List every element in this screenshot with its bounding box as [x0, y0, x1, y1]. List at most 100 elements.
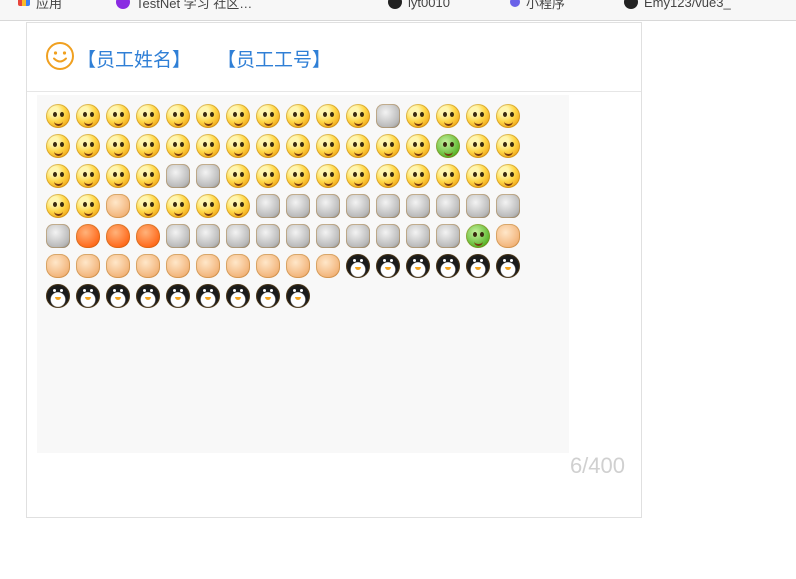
- blank-emoji-icon: [313, 131, 343, 161]
- editor-toolbar: 【员工姓名】 【员工工号】: [27, 23, 641, 92]
- coffee-emoji-icon: [403, 191, 433, 221]
- bookmark-label: Emy123/vue3_: [644, 0, 731, 10]
- beckon-emoji-icon: [163, 251, 193, 281]
- victory-emoji-icon: [103, 251, 133, 281]
- heart-emoji-icon: [73, 221, 103, 251]
- sweat-emoji-icon: [343, 161, 373, 191]
- happy-emoji-icon: [193, 131, 223, 161]
- penguin-pair-emoji-icon: [253, 281, 283, 311]
- cheer-emoji-icon: [403, 131, 433, 161]
- moon-emoji-icon: [373, 221, 403, 251]
- penguin-kiss-emoji-icon: [343, 251, 373, 281]
- stare-emoji-icon: [403, 161, 433, 191]
- question-emoji-icon: [43, 161, 73, 191]
- penguin-jump-emoji-icon: [463, 251, 493, 281]
- heart2-emoji-icon: [103, 221, 133, 251]
- confused-emoji-icon: [283, 131, 313, 161]
- bookmark-bar: 应用 TestNet 学习 社区… lyt0010 小程序 Emy123/vue…: [0, 0, 796, 21]
- hug-green-emoji-icon: [463, 221, 493, 251]
- penguin-gift-emoji-icon: [193, 281, 223, 311]
- soccer-emoji-icon: [283, 221, 313, 251]
- tongue-emoji-icon: [193, 101, 223, 131]
- emoji-picker-button[interactable]: [45, 41, 75, 71]
- hide-emoji-icon: [253, 161, 283, 191]
- smile-face-icon: [46, 42, 74, 70]
- cool-emoji-icon: [163, 101, 193, 131]
- mad-emoji-icon: [343, 131, 373, 161]
- penguin-run-emoji-icon: [433, 251, 463, 281]
- beer-emoji-icon: [313, 191, 343, 221]
- hug-emoji-icon: [43, 191, 73, 221]
- bookmark-lyt[interactable]: lyt0010: [388, 0, 450, 10]
- character-counter: 6/400: [569, 453, 625, 478]
- surprised-emoji-icon: [223, 131, 253, 161]
- grin-emoji-icon: [403, 101, 433, 131]
- penguin-sit-emoji-icon: [43, 281, 73, 311]
- bookmark-testnet[interactable]: TestNet 学习 社区…: [116, 0, 253, 11]
- watermelon-emoji-icon: [283, 191, 313, 221]
- bookmark-emy[interactable]: Emy123/vue3_: [624, 0, 731, 10]
- nose-emoji-icon: [433, 161, 463, 191]
- think-emoji-icon: [463, 101, 493, 131]
- cover-face-emoji-icon: [103, 131, 133, 161]
- penguin-dance-emoji-icon: [403, 251, 433, 281]
- github-icon: [388, 0, 402, 9]
- penguin-wave-emoji-icon: [493, 251, 523, 281]
- wilted-rose-emoji-icon: [43, 221, 73, 251]
- rice-emoji-icon: [433, 191, 463, 221]
- bookmark-apps[interactable]: 应用: [18, 0, 63, 11]
- fist-emoji-icon: [193, 251, 223, 281]
- bomb-emoji-icon: [223, 221, 253, 251]
- blush-emoji-icon: [133, 131, 163, 161]
- message-textarea[interactable]: [37, 95, 569, 453]
- inserted-emoji-list: [43, 101, 563, 311]
- github-icon: [624, 0, 638, 9]
- kiss2-emoji-icon: [373, 161, 403, 191]
- ok-emoji-icon: [313, 251, 343, 281]
- whistle-emoji-icon: [163, 191, 193, 221]
- sleep-emoji-icon: [463, 161, 493, 191]
- bookmark-miniprogram[interactable]: 小程序: [510, 0, 566, 11]
- handshake-emoji-icon: [73, 251, 103, 281]
- giggle-emoji-icon: [223, 101, 253, 131]
- laugh-emoji-icon: [433, 101, 463, 131]
- tired-emoji-icon: [313, 161, 343, 191]
- pingpong-emoji-icon: [373, 191, 403, 221]
- cry-emoji-icon: [313, 101, 343, 131]
- ninja-emoji-icon: [463, 131, 493, 161]
- skull-black-emoji-icon: [163, 161, 193, 191]
- shy-emoji-icon: [163, 131, 193, 161]
- basketball-emoji-icon: [343, 191, 373, 221]
- insert-employee-id-tag[interactable]: 【员工工号】: [217, 45, 331, 72]
- insert-employee-name-tag[interactable]: 【员工姓名】: [77, 45, 191, 72]
- shock-emoji-icon: [253, 101, 283, 131]
- tears-emoji-icon: [133, 161, 163, 191]
- ladybug-emoji-icon: [313, 221, 343, 251]
- pig-emoji-icon: [463, 191, 493, 221]
- purple-circle-icon: [116, 0, 130, 9]
- dizzy-emoji-icon: [103, 161, 133, 191]
- cake-emoji-icon: [163, 221, 193, 251]
- sad-emoji-icon: [283, 101, 313, 131]
- droop-emoji-icon: [73, 191, 103, 221]
- bookmark-label: 小程序: [526, 0, 566, 11]
- thumbs-up-emoji-icon: [493, 221, 523, 251]
- whisper-emoji-icon: [73, 161, 103, 191]
- soldier-emoji-icon: [433, 131, 463, 161]
- frantic-emoji-icon: [223, 191, 253, 221]
- sleepy-emoji-icon: [73, 131, 103, 161]
- worried-emoji-icon: [253, 131, 283, 161]
- gift-emoji-icon: [433, 221, 463, 251]
- broken-heart-emoji-icon: [133, 221, 163, 251]
- peek-emoji-icon: [223, 161, 253, 191]
- hmm-emoji-icon: [493, 161, 523, 191]
- sun-emoji-icon: [403, 221, 433, 251]
- knife-emoji-icon: [253, 191, 283, 221]
- dagger-emoji-icon: [253, 221, 283, 251]
- bookmark-label: TestNet 学习 社区…: [136, 0, 253, 11]
- point-emoji-icon: [223, 251, 253, 281]
- fire-emoji-icon: [373, 101, 403, 131]
- grab-emoji-icon: [283, 161, 313, 191]
- penguin-pair2-emoji-icon: [283, 281, 313, 311]
- bookmark-label: 应用: [36, 0, 63, 11]
